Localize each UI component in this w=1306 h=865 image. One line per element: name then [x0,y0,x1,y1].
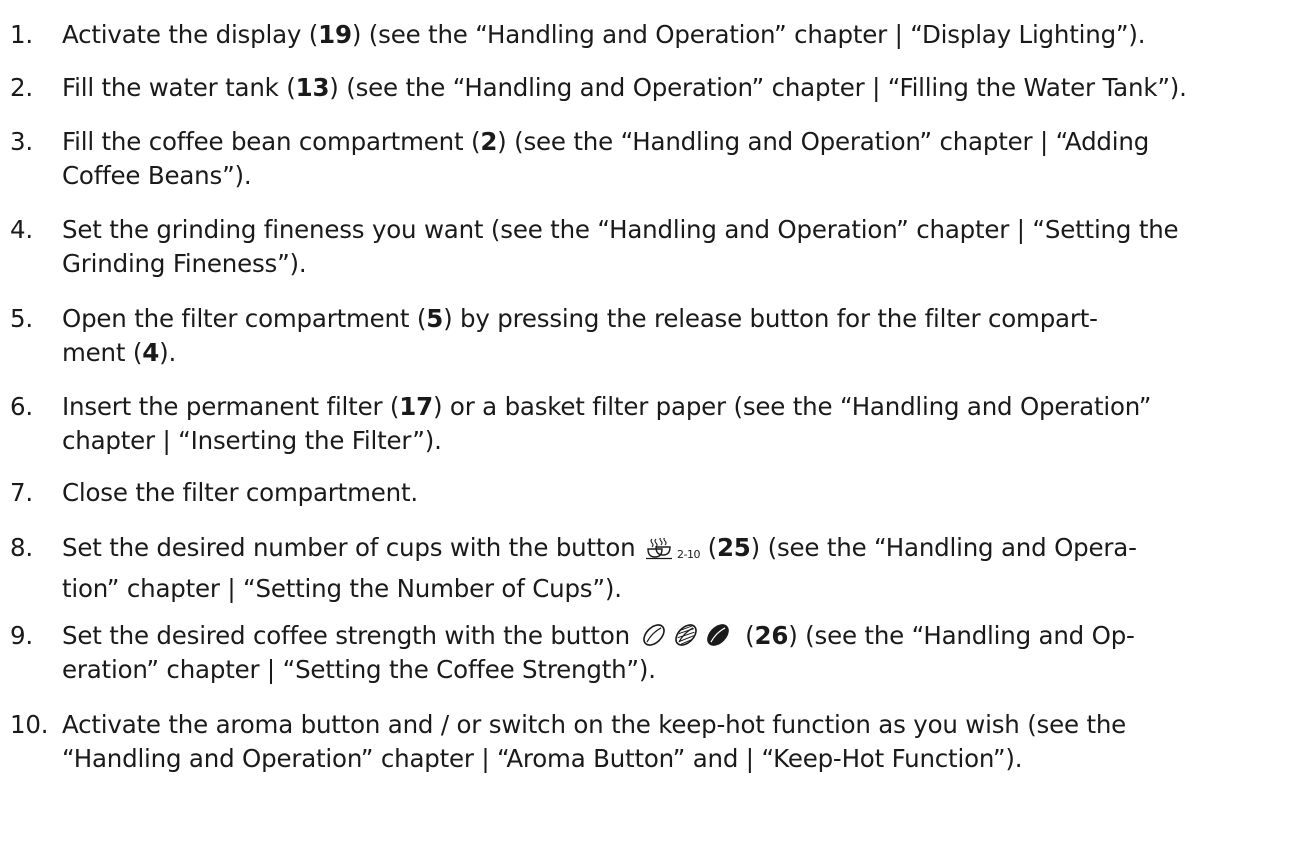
step-text-line: Coffee Beans”). [62,159,1306,193]
text-segment: Activate the aroma button and / or switc… [62,710,1127,739]
step-number: 5. [10,304,33,333]
text-segment: Activate the display ( [62,20,319,49]
step-text-line: chapter | “Inserting the Filter”). [62,424,1306,458]
step-number: 10. [10,710,49,739]
part-reference-number: 4 [142,338,160,367]
step-text: Fill the coffee bean compartment (2) (se… [62,125,1306,193]
step-text-line: Fill the water tank (13) (see the “Handl… [62,71,1306,105]
step-text: Fill the water tank (13) (see the “Handl… [62,71,1306,105]
step-text: Set the grinding fineness you want (see … [62,213,1306,281]
step-text: Set the desired number of cups with the … [62,531,1306,606]
text-segment: ) by pressing the release button for the… [443,304,1098,333]
step-number: 2. [10,73,33,102]
step-text: Activate the aroma button and / or switc… [62,708,1306,776]
step-text-line: Grinding Fineness”). [62,247,1306,281]
part-reference-number: 19 [318,20,352,49]
text-segment: ). [159,338,177,367]
text-segment: Insert the permanent filter ( [62,392,400,421]
part-reference-number: 25 [716,533,751,562]
step-text-line: Activate the aroma button and / or switc… [62,708,1306,742]
part-reference-number: 5 [426,304,444,333]
text-segment: ( [737,621,755,650]
step-number: 4. [10,215,33,244]
part-reference-number: 17 [399,392,433,421]
text-segment: ) (see the “Handling and Operation” chap… [497,127,1150,156]
step-text: Set the desired coffee strength with the… [62,619,1306,687]
part-reference-number: 13 [295,73,330,102]
step-text-line: Set the grinding fineness you want (see … [62,213,1306,247]
step-number: 6. [10,392,33,421]
text-segment: Set the desired coffee strength with the… [62,621,638,650]
step-text-line: Set the desired coffee strength with the… [62,619,1306,653]
text-segment: ( [700,533,718,562]
text-segment: Open the filter compartment ( [62,304,427,333]
step-number: 7. [10,478,33,507]
text-segment: ) (see the “Handling and Operation” chap… [329,73,1187,102]
text-segment: ) (see the “Handling and Operation” chap… [351,20,1146,49]
step-text-line: Set the desired number of cups with the … [62,531,1306,572]
step-text-line: ment (4). [62,336,1306,370]
step-text: Insert the permanent filter (17) or a ba… [62,390,1306,458]
step-text-line: Insert the permanent filter (17) or a ba… [62,390,1306,424]
text-segment: Set the grinding fineness you want (see … [62,215,1179,244]
step-text: Close the filter compartment. [62,476,1306,510]
step-number: 3. [10,127,33,156]
part-reference-number: 2 [480,127,498,156]
step-text: Open the filter compartment (5) by press… [62,302,1306,370]
cups-range-label: 2-10 [677,548,700,561]
text-segment: Close the filter compartment. [62,478,418,507]
text-segment: “Handling and Operation” chapter | “Arom… [62,744,1023,773]
instruction-page: 1. Activate the display (19) (see the “Ha… [0,0,1306,865]
text-segment: tion” chapter | “Setting the Number of C… [62,574,622,603]
text-segment: Fill the coffee bean compartment ( [62,127,481,156]
text-segment: ment ( [62,338,143,367]
text-segment: Grinding Fineness”). [62,249,307,278]
text-segment: eration” chapter | “Setting the Coffee S… [62,655,656,684]
step-text-line: Activate the display (19) (see the “Hand… [62,18,1306,52]
text-segment: Fill the water tank ( [62,73,296,102]
step-number: 8. [10,533,33,562]
strength-icon [640,622,736,648]
step-text-line: Close the filter compartment. [62,476,1306,510]
step-text-line: Open the filter compartment (5) by press… [62,302,1306,336]
text-segment: ) (see the “Handling and Op- [788,621,1135,650]
step-number: 1. [10,20,33,49]
text-segment: chapter | “Inserting the Filter”). [62,426,442,455]
step-text-line: Fill the coffee bean compartment (2) (se… [62,125,1306,159]
text-segment: Set the desired number of cups with the … [62,533,644,562]
text-segment: ) or a basket filter paper (see the “Han… [432,392,1152,421]
step-text-line: “Handling and Operation” chapter | “Arom… [62,742,1306,776]
cups-icon [645,538,675,560]
step-text-line: tion” chapter | “Setting the Number of C… [62,572,1306,606]
text-segment: ) (see the “Handling and Opera- [750,533,1137,562]
step-text-line: eration” chapter | “Setting the Coffee S… [62,653,1306,687]
part-reference-number: 26 [754,621,789,650]
text-segment: Coffee Beans”). [62,161,252,190]
step-number: 9. [10,621,33,650]
step-text: Activate the display (19) (see the “Hand… [62,18,1306,52]
